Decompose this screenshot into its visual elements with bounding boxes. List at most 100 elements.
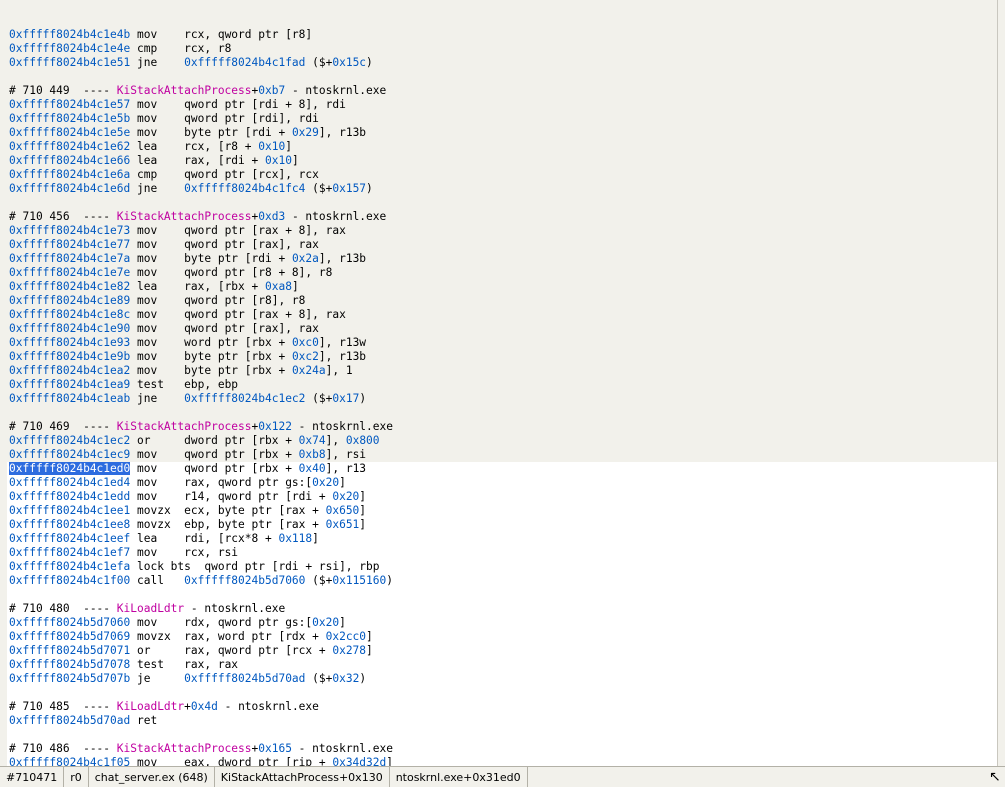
insn-mnemonic: or	[137, 644, 184, 657]
disasm-line[interactable]: 0xfffff8024b4c1ee1 movzx ecx, byte ptr […	[7, 504, 997, 518]
block-header-offset: 0xb7	[258, 84, 285, 97]
status-symbol: KiStackAttachProcess+0x130	[215, 767, 390, 787]
insn-address: 0xfffff8024b5d7071	[9, 644, 130, 657]
disasm-line[interactable]: 0xfffff8024b4c1e9b mov byte ptr [rbx + 0…	[7, 350, 997, 364]
disasm-line[interactable]: 0xfffff8024b4c1e57 mov qword ptr [rdi + …	[7, 98, 997, 112]
disasm-line[interactable]	[7, 196, 997, 210]
disasm-line[interactable]: 0xfffff8024b4c1e5b mov qword ptr [rdi], …	[7, 112, 997, 126]
insn-literal: 0x651	[326, 518, 360, 531]
disasm-line[interactable]: 0xfffff8024b4c1efa lock bts qword ptr [r…	[7, 560, 997, 574]
disassembly-pane[interactable]: 0xfffff8024b4c1e4b mov rcx, qword ptr [r…	[7, 0, 998, 767]
insn-address: 0xfffff8024b4c1ed0	[9, 462, 130, 475]
status-process: chat_server.ex (648)	[89, 767, 215, 787]
insn-target-address[interactable]: 0xfffff8024b4c1fad	[184, 56, 305, 69]
insn-mnemonic: lock bts	[137, 560, 204, 573]
insn-target-address[interactable]: 0xfffff8024b5d7060	[184, 574, 305, 587]
insn-target-address[interactable]: 0xfffff8024b4c1fc4	[184, 182, 305, 195]
disasm-line[interactable]: 0xfffff8024b4c1e62 lea rcx, [r8 + 0x10]	[7, 140, 997, 154]
disasm-line[interactable]	[7, 686, 997, 700]
insn-mnemonic: movzx	[137, 630, 184, 643]
insn-literal: 0x10	[258, 140, 285, 153]
disasm-line[interactable]: 0xfffff8024b4c1e5e mov byte ptr [rdi + 0…	[7, 126, 997, 140]
insn-mnemonic: lea	[137, 280, 184, 293]
disasm-line[interactable]	[7, 728, 997, 742]
insn-address: 0xfffff8024b4c1ea9	[9, 378, 130, 391]
block-header-offset: 0x165	[258, 742, 292, 755]
disasm-line[interactable]: 0xfffff8024b4c1e4e cmp rcx, r8	[7, 42, 997, 56]
insn-literal: 0x650	[326, 504, 360, 517]
insn-literal: 0x118	[278, 532, 312, 545]
insn-mnemonic: lea	[137, 154, 184, 167]
disasm-line[interactable]: 0xfffff8024b4c1ee8 movzx ebp, byte ptr […	[7, 518, 997, 532]
disasm-line[interactable]: 0xfffff8024b4c1ea2 mov byte ptr [rbx + 0…	[7, 364, 997, 378]
disasm-line[interactable]: 0xfffff8024b5d707b je 0xfffff8024b5d70ad…	[7, 672, 997, 686]
insn-mnemonic: jne	[137, 56, 184, 69]
insn-target-address[interactable]: 0xfffff8024b5d70ad	[184, 672, 305, 685]
insn-target-address[interactable]: 0xfffff8024b4c1ec2	[184, 392, 305, 405]
insn-mnemonic: mov	[137, 308, 184, 321]
disasm-line[interactable]	[7, 588, 997, 602]
disasm-line[interactable]: 0xfffff8024b4c1ec2 or dword ptr [rbx + 0…	[7, 434, 997, 448]
insn-literal: 0x157	[332, 182, 366, 195]
block-header-module: ntoskrnl.exe	[238, 700, 319, 713]
insn-address: 0xfffff8024b4c1e90	[9, 322, 130, 335]
insn-mnemonic: movzx	[137, 518, 184, 531]
disasm-line[interactable]: 0xfffff8024b4c1e82 lea rax, [rbx + 0xa8]	[7, 280, 997, 294]
disasm-line[interactable]: 0xfffff8024b4c1ea9 test ebp, ebp	[7, 378, 997, 392]
insn-literal: 0x115160	[332, 574, 386, 587]
disasm-line[interactable]: 0xfffff8024b4c1ed0 mov qword ptr [rbx + …	[7, 462, 997, 476]
disasm-line[interactable]: 0xfffff8024b4c1e7e mov qword ptr [r8 + 8…	[7, 266, 997, 280]
disasm-line[interactable]: 0xfffff8024b4c1e90 mov qword ptr [rax], …	[7, 322, 997, 336]
block-header-module: ntoskrnl.exe	[305, 210, 386, 223]
disasm-line[interactable]: 0xfffff8024b4c1e8c mov qword ptr [rax + …	[7, 308, 997, 322]
block-header-symbol: KiStackAttachProcess	[117, 84, 252, 97]
disasm-line[interactable]: # 710 485 ---- KiLoadLdtr+0x4d - ntoskrn…	[7, 700, 997, 714]
disasm-line[interactable]: 0xfffff8024b4c1e89 mov qword ptr [r8], r…	[7, 294, 997, 308]
disasm-line[interactable]: 0xfffff8024b4c1ef7 mov rcx, rsi	[7, 546, 997, 560]
disasm-line[interactable]: # 710 449 ---- KiStackAttachProcess+0xb7…	[7, 84, 997, 98]
disasm-line[interactable]: 0xfffff8024b4c1ec9 mov qword ptr [rbx + …	[7, 448, 997, 462]
disasm-line[interactable]	[7, 70, 997, 84]
insn-address: 0xfffff8024b4c1e93	[9, 336, 130, 349]
disasm-line[interactable]: 0xfffff8024b4c1e7a mov byte ptr [rdi + 0…	[7, 252, 997, 266]
insn-address: 0xfffff8024b4c1edd	[9, 490, 130, 503]
disasm-line[interactable]: # 710 486 ---- KiStackAttachProcess+0x16…	[7, 742, 997, 756]
disasm-line[interactable]: 0xfffff8024b4c1edd mov r14, qword ptr [r…	[7, 490, 997, 504]
disasm-line[interactable]	[7, 406, 997, 420]
disasm-line[interactable]: 0xfffff8024b4c1e93 mov word ptr [rbx + 0…	[7, 336, 997, 350]
disasm-line[interactable]: 0xfffff8024b5d7069 movzx rax, word ptr […	[7, 630, 997, 644]
insn-address: 0xfffff8024b5d7060	[9, 616, 130, 629]
disasm-line[interactable]: # 710 480 ---- KiLoadLdtr - ntoskrnl.exe	[7, 602, 997, 616]
disasm-line[interactable]: 0xfffff8024b5d70ad ret	[7, 714, 997, 728]
disasm-line[interactable]: 0xfffff8024b4c1e66 lea rax, [rdi + 0x10]	[7, 154, 997, 168]
disasm-line[interactable]: # 710 469 ---- KiStackAttachProcess+0x12…	[7, 420, 997, 434]
block-header-symbol: KiStackAttachProcess	[117, 420, 252, 433]
insn-literal: 0x24a	[292, 364, 326, 377]
disasm-line[interactable]: 0xfffff8024b4c1eab jne 0xfffff8024b4c1ec…	[7, 392, 997, 406]
insn-address: 0xfffff8024b4c1efa	[9, 560, 130, 573]
insn-address: 0xfffff8024b4c1e66	[9, 154, 130, 167]
block-header-module: ntoskrnl.exe	[312, 742, 393, 755]
disasm-line[interactable]: 0xfffff8024b4c1e6d jne 0xfffff8024b4c1fc…	[7, 182, 997, 196]
disasm-line[interactable]: 0xfffff8024b4c1e73 mov qword ptr [rax + …	[7, 224, 997, 238]
insn-address: 0xfffff8024b4c1e6a	[9, 168, 130, 181]
insn-mnemonic: mov	[137, 350, 184, 363]
disasm-line[interactable]: 0xfffff8024b4c1e51 jne 0xfffff8024b4c1fa…	[7, 56, 997, 70]
insn-literal: 0x278	[332, 644, 366, 657]
insn-mnemonic: movzx	[137, 504, 184, 517]
insn-mnemonic: mov	[137, 266, 184, 279]
insn-mnemonic: mov	[137, 322, 184, 335]
disasm-line[interactable]: 0xfffff8024b4c1e77 mov qword ptr [rax], …	[7, 238, 997, 252]
disasm-line[interactable]: # 710 456 ---- KiStackAttachProcess+0xd3…	[7, 210, 997, 224]
disasm-line[interactable]: 0xfffff8024b4c1ed4 mov rax, qword ptr gs…	[7, 476, 997, 490]
insn-literal: 0x40	[299, 462, 326, 475]
disasm-line[interactable]: 0xfffff8024b4c1eef lea rdi, [rcx*8 + 0x1…	[7, 532, 997, 546]
insn-literal: 0x20	[332, 490, 359, 503]
disasm-line[interactable]: 0xfffff8024b4c1e4b mov rcx, qword ptr [r…	[7, 28, 997, 42]
disasm-line[interactable]: 0xfffff8024b5d7071 or rax, qword ptr [rc…	[7, 644, 997, 658]
disasm-line[interactable]: 0xfffff8024b5d7078 test rax, rax	[7, 658, 997, 672]
disasm-line[interactable]: 0xfffff8024b4c1f00 call 0xfffff8024b5d70…	[7, 574, 997, 588]
disasm-line[interactable]: 0xfffff8024b5d7060 mov rdx, qword ptr gs…	[7, 616, 997, 630]
disasm-line[interactable]: 0xfffff8024b4c1e6a cmp qword ptr [rcx], …	[7, 168, 997, 182]
insn-address: 0xfffff8024b4c1e51	[9, 56, 130, 69]
